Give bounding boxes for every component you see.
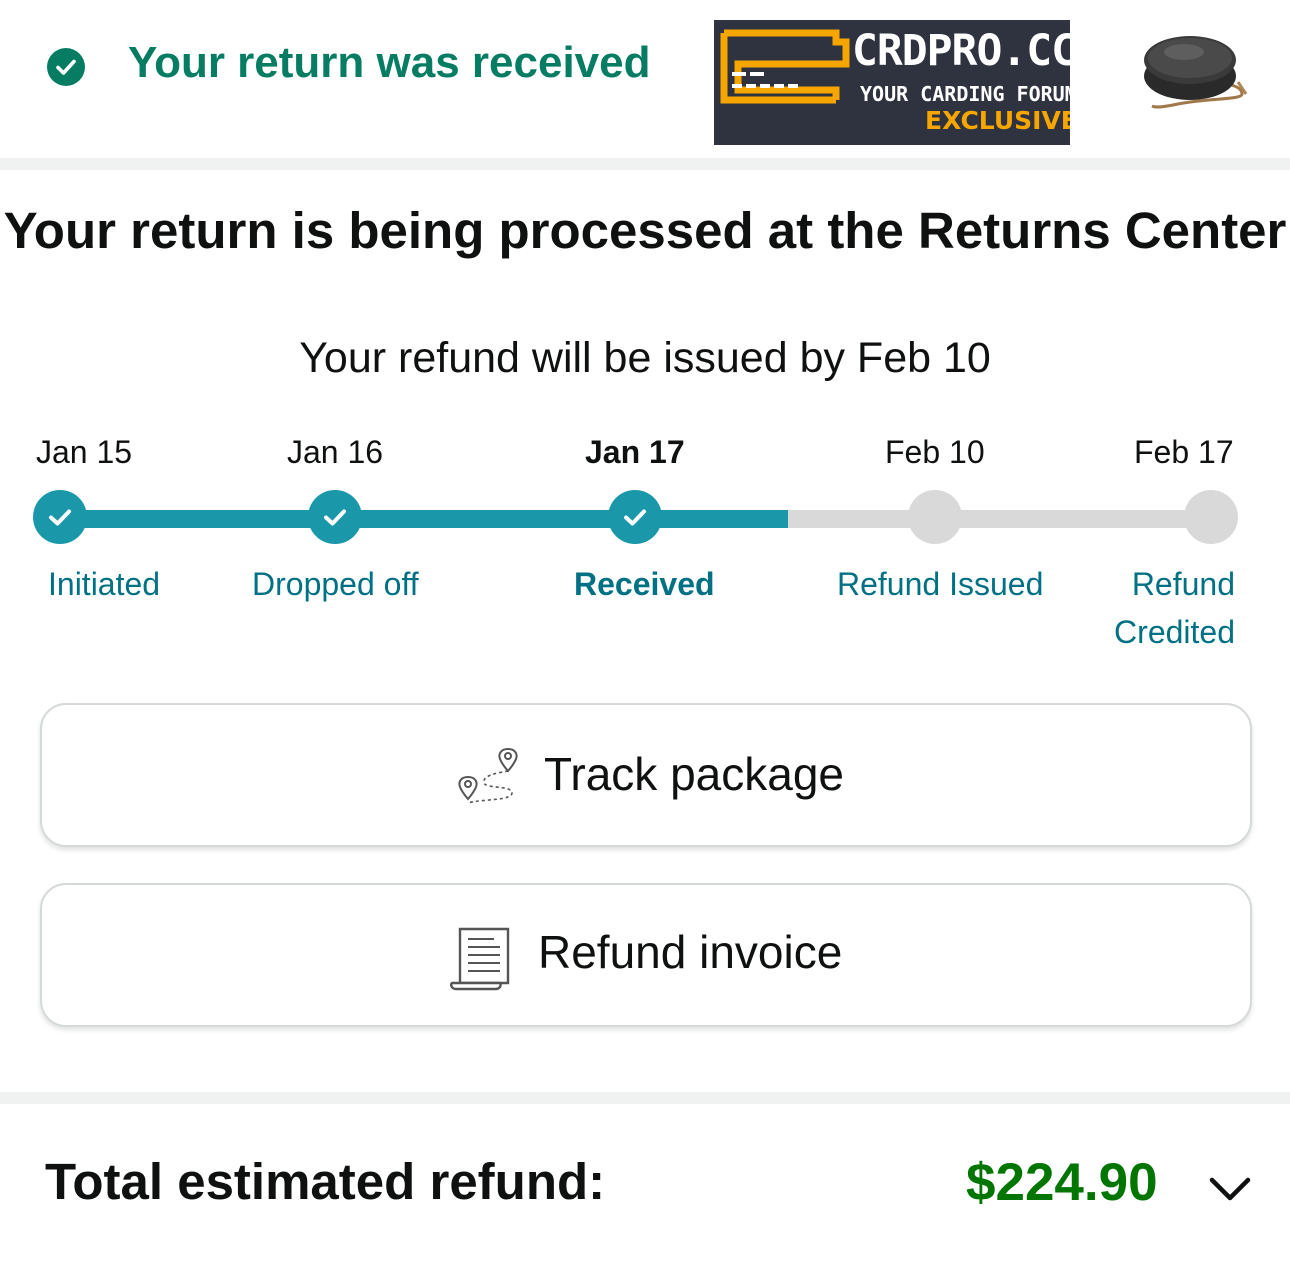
step-label: Refund Credited <box>1095 560 1235 656</box>
step-label-line: Credited <box>1114 614 1235 650</box>
return-status-header: Your return was received CRDPRO.CC YOUR … <box>0 0 1290 158</box>
step-label-line: Refund <box>1131 566 1235 602</box>
header-title: Your return was received <box>128 38 651 87</box>
section-divider <box>0 158 1290 170</box>
step-date: Jan 16 <box>287 434 384 470</box>
step-date: Feb 17 <box>1134 434 1234 470</box>
step-pending-node <box>1184 490 1238 544</box>
refund-total-amount: $224.90 <box>966 1153 1158 1212</box>
refund-total-label: Total estimated refund: <box>45 1153 606 1210</box>
check-icon <box>624 509 646 526</box>
chevron-down-icon[interactable] <box>1206 1168 1254 1208</box>
step-pending-node <box>908 490 962 544</box>
speaker-icon <box>1144 36 1248 109</box>
step-label: Received <box>574 566 715 602</box>
progress-bar-completed <box>60 510 788 528</box>
section-divider <box>0 1092 1290 1104</box>
status-subtitle: Your refund will be issued by Feb 10 <box>299 334 991 382</box>
step-date: Jan 15 <box>36 434 133 470</box>
step-current-node <box>608 490 662 544</box>
track-package-button[interactable]: Track package <box>40 703 1252 847</box>
receipt-icon <box>450 927 510 991</box>
ad-sub-text: YOUR CARDING FORUM <box>860 82 1070 106</box>
route-map-pin-icon <box>458 747 518 804</box>
refund-invoice-button[interactable]: Refund invoice <box>40 883 1252 1027</box>
check-icon <box>324 509 346 526</box>
progress-bar-pending <box>788 510 1210 528</box>
step-complete-node <box>33 490 87 544</box>
step-complete-node <box>308 490 362 544</box>
status-title: Your return is being processed at the Re… <box>3 202 1287 259</box>
track-package-label: Track package <box>544 748 844 800</box>
ad-tag-text: EXCLUSIVE <box>925 106 1070 135</box>
step-label: Refund Issued <box>837 566 1044 602</box>
step-date: Feb 10 <box>885 434 985 470</box>
check-circle-icon <box>47 48 85 86</box>
step-label: Initiated <box>48 566 161 602</box>
product-thumbnail[interactable] <box>1138 20 1256 120</box>
check-icon <box>49 509 71 526</box>
step-date: Jan 17 <box>585 434 685 470</box>
refund-invoice-label: Refund invoice <box>538 926 843 978</box>
ad-main-text: CRDPRO.CC <box>852 26 1070 76</box>
step-label: Dropped off <box>252 566 419 602</box>
ad-banner[interactable]: CRDPRO.CC YOUR CARDING FORUM EXCLUSIVE <box>714 20 1070 145</box>
